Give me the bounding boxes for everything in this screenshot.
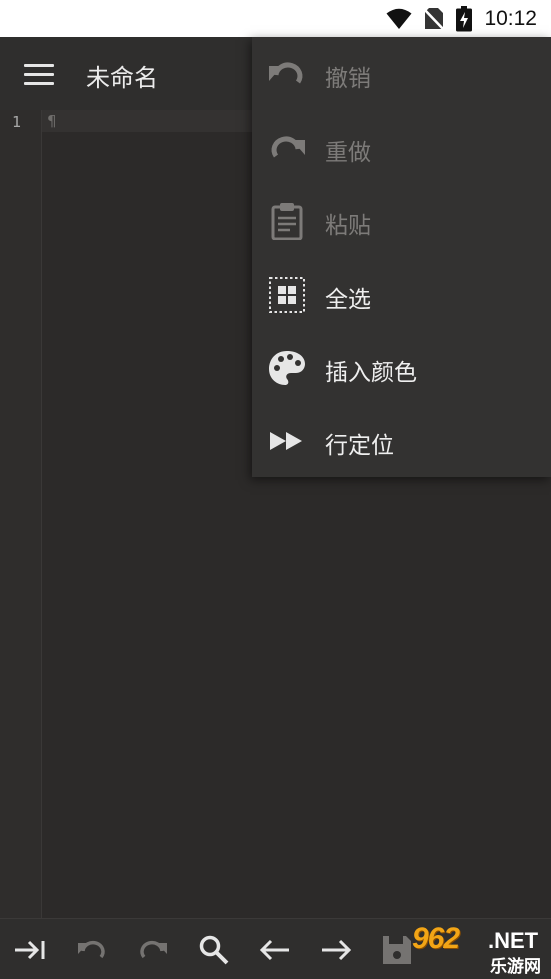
menu-item-label: 撤销 xyxy=(325,66,371,92)
redo-icon xyxy=(268,129,306,167)
clipboard-icon xyxy=(268,202,306,241)
status-icons: 10:12 xyxy=(386,0,537,37)
palette-icon xyxy=(268,349,306,387)
undo-icon xyxy=(268,55,306,93)
menu-item-label: 重做 xyxy=(325,140,371,166)
menu-item-label: 插入颜色 xyxy=(325,360,417,386)
menu-item-label: 行定位 xyxy=(325,433,394,459)
arrow-right-icon[interactable] xyxy=(319,933,353,967)
menu-item-insert-color[interactable]: 插入颜色 xyxy=(252,331,551,404)
redo-icon[interactable] xyxy=(136,933,170,967)
line-number: 1 xyxy=(12,113,22,131)
watermark-brand: 962 xyxy=(412,922,460,955)
menu-item-undo[interactable]: 撤销 xyxy=(252,37,551,110)
menu-item-paste[interactable]: 粘贴 xyxy=(252,184,551,257)
watermark-logo: 962 .NET 乐游网 xyxy=(412,922,548,977)
overflow-menu: 撤销 重做 粘贴 全选 插入颜色 行定位 xyxy=(252,37,551,477)
menu-item-redo[interactable]: 重做 xyxy=(252,111,551,184)
no-sim-icon xyxy=(424,7,445,31)
arrow-left-icon[interactable] xyxy=(258,933,292,967)
status-time: 10:12 xyxy=(484,6,537,30)
menu-item-select-all[interactable]: 全选 xyxy=(252,258,551,331)
watermark-suffix: .NET xyxy=(488,928,539,953)
status-bar: 10:12 xyxy=(0,0,551,37)
watermark-subtitle: 乐游网 xyxy=(490,957,541,977)
fast-forward-icon xyxy=(268,422,306,460)
menu-item-goto-line[interactable]: 行定位 xyxy=(252,404,551,477)
hamburger-menu-icon[interactable] xyxy=(24,57,58,91)
battery-charging-icon xyxy=(456,5,473,32)
menu-item-label: 粘贴 xyxy=(325,213,371,239)
save-icon[interactable] xyxy=(380,933,414,967)
line-number-gutter: 1 xyxy=(0,110,42,918)
search-icon[interactable] xyxy=(197,933,231,967)
menu-item-label: 全选 xyxy=(325,287,371,313)
wifi-icon xyxy=(386,8,412,30)
tab-indent-icon[interactable] xyxy=(13,933,47,967)
undo-icon[interactable] xyxy=(75,933,109,967)
pilcrow-marker: ¶ xyxy=(47,112,57,130)
select-all-icon xyxy=(268,276,306,314)
document-title: 未命名 xyxy=(86,64,158,92)
